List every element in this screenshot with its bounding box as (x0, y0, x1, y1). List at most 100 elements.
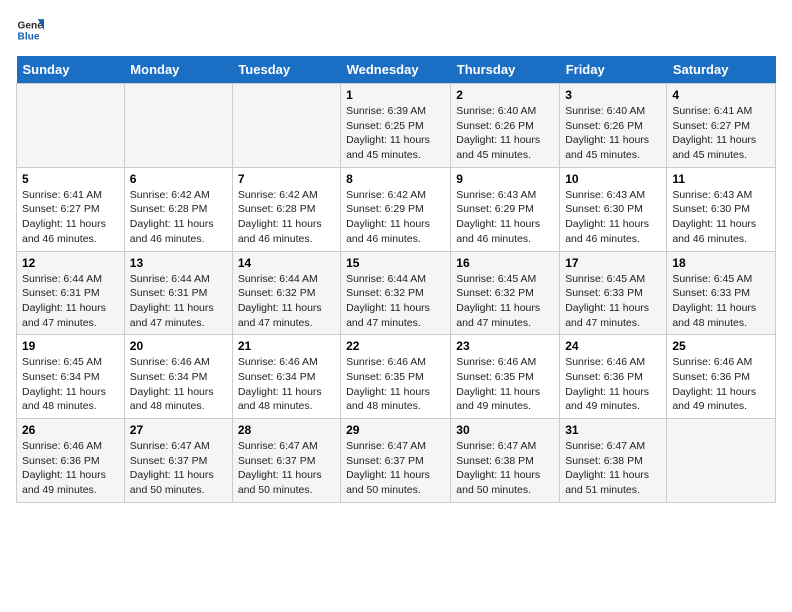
day-info: Sunrise: 6:41 AMSunset: 6:27 PMDaylight:… (672, 104, 770, 163)
day-info: Sunrise: 6:43 AMSunset: 6:30 PMDaylight:… (565, 188, 661, 247)
day-number: 30 (456, 423, 554, 437)
day-cell: 16Sunrise: 6:45 AMSunset: 6:32 PMDayligh… (451, 251, 560, 335)
day-cell: 25Sunrise: 6:46 AMSunset: 6:36 PMDayligh… (667, 335, 776, 419)
day-number: 8 (346, 172, 445, 186)
day-cell: 24 Sunrise: 6:46 AMSunset: 6:36 PMDayligh… (560, 335, 667, 419)
day-number: 22 (346, 339, 445, 353)
day-cell: 12 Sunrise: 6:44 AMSunset: 6:31 PMDayligh… (17, 251, 125, 335)
day-cell: 30Sunrise: 6:47 AMSunset: 6:38 PMDayligh… (451, 419, 560, 503)
day-number: 6 (130, 172, 227, 186)
day-cell: 28 Sunrise: 6:47 AMSunset: 6:37 PMDayligh… (232, 419, 340, 503)
day-number: 18 (672, 256, 770, 270)
day-cell: 29Sunrise: 6:47 AMSunset: 6:37 PMDayligh… (341, 419, 451, 503)
header-cell-sunday: Sunday (17, 56, 125, 84)
day-cell: 22 Sunrise: 6:46 AMSunset: 6:35 PMDayligh… (341, 335, 451, 419)
logo-icon: General Blue (16, 16, 44, 44)
day-cell (667, 419, 776, 503)
day-number: 24 (565, 339, 661, 353)
header-cell-friday: Friday (560, 56, 667, 84)
calendar-table: SundayMondayTuesdayWednesdayThursdayFrid… (16, 56, 776, 503)
day-cell: 20Sunrise: 6:46 AMSunset: 6:34 PMDayligh… (124, 335, 232, 419)
day-number: 12 (22, 256, 119, 270)
day-info: Sunrise: 6:44 AMSunset: 6:32 PMDaylight:… (238, 272, 335, 331)
day-info: Sunrise: 6:45 AMSunset: 6:32 PMDaylight:… (456, 272, 554, 331)
day-info: Sunrise: 6:41 AMSunset: 6:27 PMDaylight:… (22, 188, 119, 247)
day-info: Sunrise: 6:46 AMSunset: 6:36 PMDaylight:… (565, 355, 661, 414)
day-info: Sunrise: 6:47 AMSunset: 6:38 PMDaylight:… (565, 439, 661, 498)
day-number: 28 (238, 423, 335, 437)
day-number: 9 (456, 172, 554, 186)
header-row: SundayMondayTuesdayWednesdayThursdayFrid… (17, 56, 776, 84)
day-number: 19 (22, 339, 119, 353)
day-cell: 15 Sunrise: 6:44 AMSunset: 6:32 PMDayligh… (341, 251, 451, 335)
week-row-2: 5 Sunrise: 6:41 AMSunset: 6:27 PMDaylight… (17, 167, 776, 251)
page-header: General Blue (16, 16, 776, 44)
calendar-body: 1Sunrise: 6:39 AMSunset: 6:25 PMDaylight… (17, 84, 776, 503)
day-number: 7 (238, 172, 335, 186)
day-number: 1 (346, 88, 445, 102)
day-number: 5 (22, 172, 119, 186)
day-cell: 6 Sunrise: 6:42 AMSunset: 6:28 PMDaylight… (124, 167, 232, 251)
day-info: Sunrise: 6:42 AMSunset: 6:28 PMDaylight:… (130, 188, 227, 247)
day-info: Sunrise: 6:46 AMSunset: 6:34 PMDaylight:… (238, 355, 335, 414)
day-cell: 21 Sunrise: 6:46 AMSunset: 6:34 PMDayligh… (232, 335, 340, 419)
day-info: Sunrise: 6:46 AMSunset: 6:34 PMDaylight:… (130, 355, 227, 414)
day-info: Sunrise: 6:44 AMSunset: 6:31 PMDaylight:… (130, 272, 227, 331)
day-info: Sunrise: 6:43 AMSunset: 6:30 PMDaylight:… (672, 188, 770, 247)
header-cell-thursday: Thursday (451, 56, 560, 84)
logo: General Blue (16, 16, 48, 44)
day-info: Sunrise: 6:47 AMSunset: 6:37 PMDaylight:… (130, 439, 227, 498)
day-number: 21 (238, 339, 335, 353)
day-cell (17, 84, 125, 168)
day-number: 10 (565, 172, 661, 186)
day-info: Sunrise: 6:45 AMSunset: 6:33 PMDaylight:… (565, 272, 661, 331)
day-cell: 5 Sunrise: 6:41 AMSunset: 6:27 PMDaylight… (17, 167, 125, 251)
day-info: Sunrise: 6:43 AMSunset: 6:29 PMDaylight:… (456, 188, 554, 247)
day-cell: 31Sunrise: 6:47 AMSunset: 6:38 PMDayligh… (560, 419, 667, 503)
day-info: Sunrise: 6:42 AMSunset: 6:29 PMDaylight:… (346, 188, 445, 247)
day-number: 23 (456, 339, 554, 353)
day-cell: 18 Sunrise: 6:45 AMSunset: 6:33 PMDayligh… (667, 251, 776, 335)
day-cell: 2Sunrise: 6:40 AMSunset: 6:26 PMDaylight… (451, 84, 560, 168)
day-cell: 17Sunrise: 6:45 AMSunset: 6:33 PMDayligh… (560, 251, 667, 335)
day-cell: 8 Sunrise: 6:42 AMSunset: 6:29 PMDaylight… (341, 167, 451, 251)
day-cell: 27 Sunrise: 6:47 AMSunset: 6:37 PMDayligh… (124, 419, 232, 503)
day-info: Sunrise: 6:44 AMSunset: 6:32 PMDaylight:… (346, 272, 445, 331)
day-info: Sunrise: 6:46 AMSunset: 6:35 PMDaylight:… (456, 355, 554, 414)
week-row-4: 19 Sunrise: 6:45 AMSunset: 6:34 PMDayligh… (17, 335, 776, 419)
day-info: Sunrise: 6:44 AMSunset: 6:31 PMDaylight:… (22, 272, 119, 331)
day-number: 15 (346, 256, 445, 270)
day-info: Sunrise: 6:46 AMSunset: 6:35 PMDaylight:… (346, 355, 445, 414)
day-cell: 9 Sunrise: 6:43 AMSunset: 6:29 PMDaylight… (451, 167, 560, 251)
day-cell: 26Sunrise: 6:46 AMSunset: 6:36 PMDayligh… (17, 419, 125, 503)
header-cell-wednesday: Wednesday (341, 56, 451, 84)
day-info: Sunrise: 6:42 AMSunset: 6:28 PMDaylight:… (238, 188, 335, 247)
day-info: Sunrise: 6:47 AMSunset: 6:37 PMDaylight:… (238, 439, 335, 498)
day-info: Sunrise: 6:45 AMSunset: 6:34 PMDaylight:… (22, 355, 119, 414)
day-info: Sunrise: 6:45 AMSunset: 6:33 PMDaylight:… (672, 272, 770, 331)
day-cell: 10 Sunrise: 6:43 AMSunset: 6:30 PMDayligh… (560, 167, 667, 251)
day-cell: 14 Sunrise: 6:44 AMSunset: 6:32 PMDayligh… (232, 251, 340, 335)
day-info: Sunrise: 6:40 AMSunset: 6:26 PMDaylight:… (456, 104, 554, 163)
day-cell: 4 Sunrise: 6:41 AMSunset: 6:27 PMDaylight… (667, 84, 776, 168)
day-info: Sunrise: 6:47 AMSunset: 6:37 PMDaylight:… (346, 439, 445, 498)
day-cell: 1Sunrise: 6:39 AMSunset: 6:25 PMDaylight… (341, 84, 451, 168)
day-number: 4 (672, 88, 770, 102)
day-cell: 13 Sunrise: 6:44 AMSunset: 6:31 PMDayligh… (124, 251, 232, 335)
day-cell (232, 84, 340, 168)
day-cell: 11Sunrise: 6:43 AMSunset: 6:30 PMDayligh… (667, 167, 776, 251)
day-number: 27 (130, 423, 227, 437)
day-info: Sunrise: 6:40 AMSunset: 6:26 PMDaylight:… (565, 104, 661, 163)
header-cell-monday: Monday (124, 56, 232, 84)
day-number: 14 (238, 256, 335, 270)
day-cell: 7 Sunrise: 6:42 AMSunset: 6:28 PMDaylight… (232, 167, 340, 251)
calendar-header: SundayMondayTuesdayWednesdayThursdayFrid… (17, 56, 776, 84)
day-number: 26 (22, 423, 119, 437)
day-number: 13 (130, 256, 227, 270)
header-cell-tuesday: Tuesday (232, 56, 340, 84)
week-row-5: 26Sunrise: 6:46 AMSunset: 6:36 PMDayligh… (17, 419, 776, 503)
svg-text:Blue: Blue (18, 31, 40, 42)
day-number: 25 (672, 339, 770, 353)
day-number: 3 (565, 88, 661, 102)
week-row-3: 12 Sunrise: 6:44 AMSunset: 6:31 PMDayligh… (17, 251, 776, 335)
